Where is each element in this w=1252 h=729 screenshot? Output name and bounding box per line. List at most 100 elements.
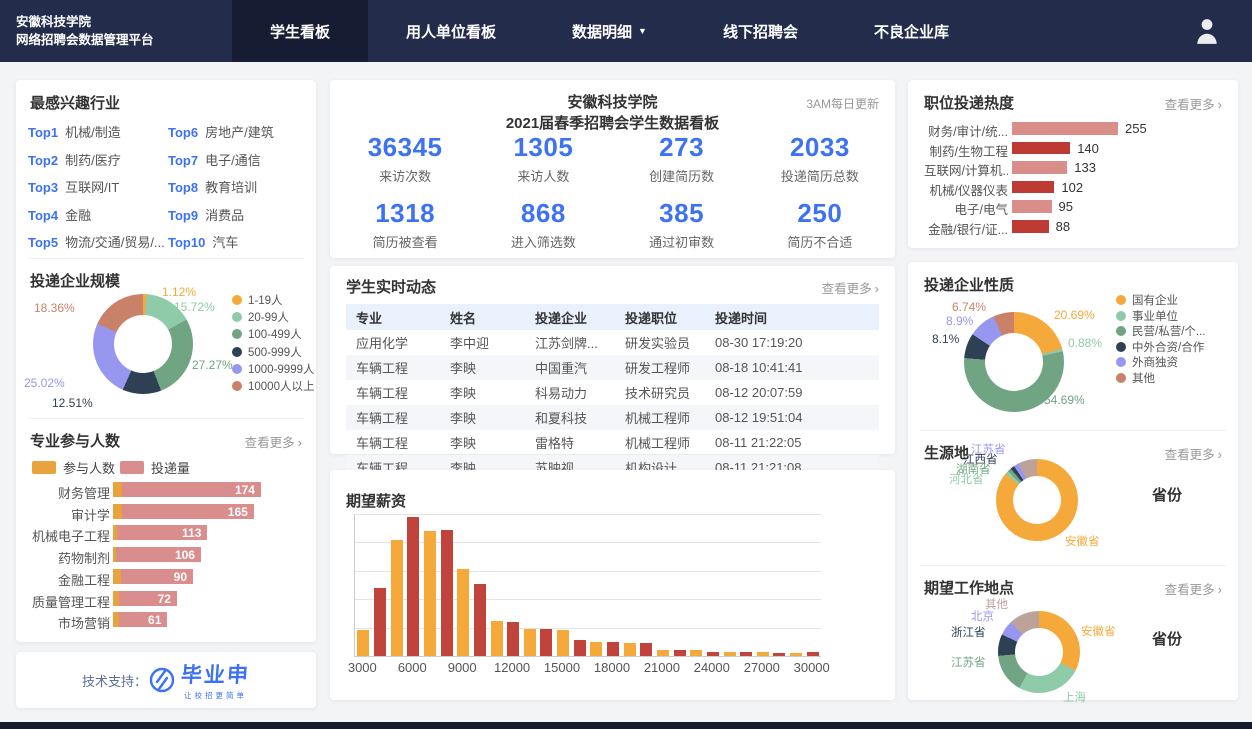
delivery-value: 113	[117, 526, 201, 540]
company-nature-legend-item[interactable]: 国有企业	[1116, 292, 1178, 308]
column-header: 投递时间	[705, 308, 879, 327]
delivery-value: 174	[122, 483, 255, 497]
right-panel-card: 投递企业性质 生源地 查看更多› 省份 期望工作地点 查看更多› 省份 6.74…	[908, 262, 1238, 700]
industry-item: Top1机械/制造	[28, 122, 121, 142]
industry-rank: Top7	[168, 153, 198, 168]
table-row: 车辆工程李映中国重汽研发工程师08-18 10:41:41	[346, 355, 879, 380]
job-heat-bar	[1012, 181, 1054, 194]
legend-dot-icon	[1116, 373, 1126, 383]
overview-card: 安徽科技学院 2021届春季招聘会学生数据看板 3AM每日更新 36345来访次…	[330, 80, 895, 258]
nav-tab-5[interactable]: 不良企业库	[836, 0, 987, 62]
salary-bar	[724, 652, 736, 656]
industry-label: 制药/医疗	[65, 153, 121, 168]
x-tick-label: 21000	[638, 660, 686, 675]
table-cell: 08-12 19:51:04	[705, 410, 879, 425]
company-scale-legend-item[interactable]: 100-499人	[232, 326, 302, 342]
company-nature-slice-label: 8.1%	[932, 332, 959, 346]
legend-label: 民营/私营/个...	[1132, 323, 1205, 339]
nav-tab-3[interactable]: 数据明细▼	[534, 0, 685, 62]
company-scale-legend-item[interactable]: 500-999人	[232, 344, 302, 360]
company-nature-legend-item[interactable]: 其他	[1116, 370, 1155, 386]
nav-tab-1[interactable]: 学生看板	[232, 0, 368, 62]
logo-line2: 网络招聘会数据管理平台	[16, 31, 154, 49]
company-nature-legend-item[interactable]: 事业单位	[1116, 308, 1178, 324]
x-tick-label: 12000	[488, 660, 536, 675]
company-nature-slice-label: 20.69%	[1054, 308, 1095, 322]
salary-bar	[407, 517, 419, 656]
major-bar-label: 审计学	[30, 505, 110, 524]
chevron-right-icon: ›	[1218, 97, 1222, 112]
job-heat-chart: 财务/审计/统...255制药/生物工程140互联网/计算机...133机械/仪…	[924, 118, 1222, 242]
stat-value: 250	[751, 198, 889, 229]
table-cell: 车辆工程	[346, 358, 440, 377]
company-scale-legend-item[interactable]: 1-19人	[232, 292, 283, 308]
more-label: 查看更多	[245, 436, 295, 450]
table-cell: 雷格特	[525, 433, 615, 452]
gridline	[355, 514, 821, 515]
industry-label: 教育培训	[205, 180, 257, 195]
table-cell: 车辆工程	[346, 433, 440, 452]
tech-support: 技术支持： 毕业申 让校招更简单	[16, 652, 316, 708]
company-scale-legend-item[interactable]: 10000人以上	[232, 378, 314, 394]
job-heat-more-link[interactable]: 查看更多›	[1165, 94, 1222, 113]
job-heat-value: 95	[1059, 199, 1073, 214]
job-heat-label: 互联网/计算机...	[924, 160, 1008, 179]
table-cell: 科易动力	[525, 383, 615, 402]
delivery-value: 165	[122, 505, 248, 519]
divider	[28, 418, 304, 419]
major-legend-item[interactable]: 参与人数	[32, 458, 115, 477]
user-icon[interactable]	[1194, 17, 1220, 45]
company-nature-slice-label: 8.9%	[946, 314, 973, 328]
salary-bar	[524, 629, 536, 656]
stat-item: 2033投递简历总数	[751, 132, 889, 185]
app-logo: 安徽科技学院 网络招聘会数据管理平台	[16, 13, 154, 49]
work-location-more-link[interactable]: 查看更多›	[1165, 579, 1222, 598]
industry-rank: Top2	[28, 153, 58, 168]
salary-bar	[391, 540, 403, 656]
realtime-more-link[interactable]: 查看更多›	[822, 278, 879, 297]
table-cell: 机械工程师	[615, 408, 705, 427]
salary-bar	[790, 653, 802, 656]
realtime-table: 专业姓名投递企业投递职位投递时间应用化学李中迎江苏剑牌...研发实验员08-30…	[346, 304, 879, 480]
delivery-value: 90	[121, 570, 187, 584]
legend-label: 其他	[1132, 370, 1155, 386]
job-heat-value: 140	[1077, 141, 1099, 156]
stat-value: 385	[613, 198, 751, 229]
biyeshen-logo-icon	[149, 667, 175, 693]
column-header: 姓名	[440, 308, 525, 327]
table-cell: 研发工程师	[615, 358, 705, 377]
stat-label: 来访次数	[336, 166, 474, 185]
chevron-down-icon: ▼	[638, 26, 647, 36]
major-participation-more-link[interactable]: 查看更多›	[245, 432, 302, 451]
company-nature-legend-item[interactable]: 民营/私营/个...	[1116, 323, 1205, 339]
stat-value: 1305	[474, 132, 612, 163]
industry-item: Top3互联网/IT	[28, 177, 119, 197]
company-nature-legend-item[interactable]: 中外合资/合作	[1116, 339, 1204, 355]
x-tick-label: 6000	[388, 660, 436, 675]
salary-bar	[540, 629, 552, 656]
origin-more-link[interactable]: 查看更多›	[1165, 444, 1222, 463]
major-bar-label: 财务管理	[30, 483, 110, 502]
nav-tab-4[interactable]: 线下招聘会	[685, 0, 836, 62]
job-heat-bar	[1012, 122, 1118, 135]
stat-label: 进入筛选数	[474, 232, 612, 251]
company-scale-legend-item[interactable]: 20-99人	[232, 309, 289, 325]
salary-bar	[457, 569, 469, 656]
salary-bar	[640, 643, 652, 656]
nav-tab-2[interactable]: 用人单位看板	[368, 0, 534, 62]
job-heat-card: 职位投递热度 查看更多› 财务/审计/统...255制药/生物工程140互联网/…	[908, 80, 1238, 248]
table-cell: 车辆工程	[346, 383, 440, 402]
major-legend-item[interactable]: 投递量	[120, 458, 190, 477]
participants-bar	[113, 569, 121, 584]
company-nature-slice-label: 54.69%	[1044, 393, 1085, 407]
salary-bar	[424, 531, 436, 656]
tech-support-label: 技术支持：	[82, 671, 147, 690]
update-note: 3AM每日更新	[806, 95, 879, 112]
industry-item: Top4金融	[28, 205, 91, 225]
nav-tab-label: 用人单位看板	[406, 21, 496, 42]
brand-slogan: 让校招更简单	[184, 690, 247, 701]
work-location-donut-hole	[1015, 628, 1063, 676]
job-heat-label: 电子/电气	[924, 199, 1008, 218]
company-nature-legend-item[interactable]: 外商独资	[1116, 354, 1178, 370]
company-scale-legend-item[interactable]: 1000-9999人	[232, 361, 315, 377]
